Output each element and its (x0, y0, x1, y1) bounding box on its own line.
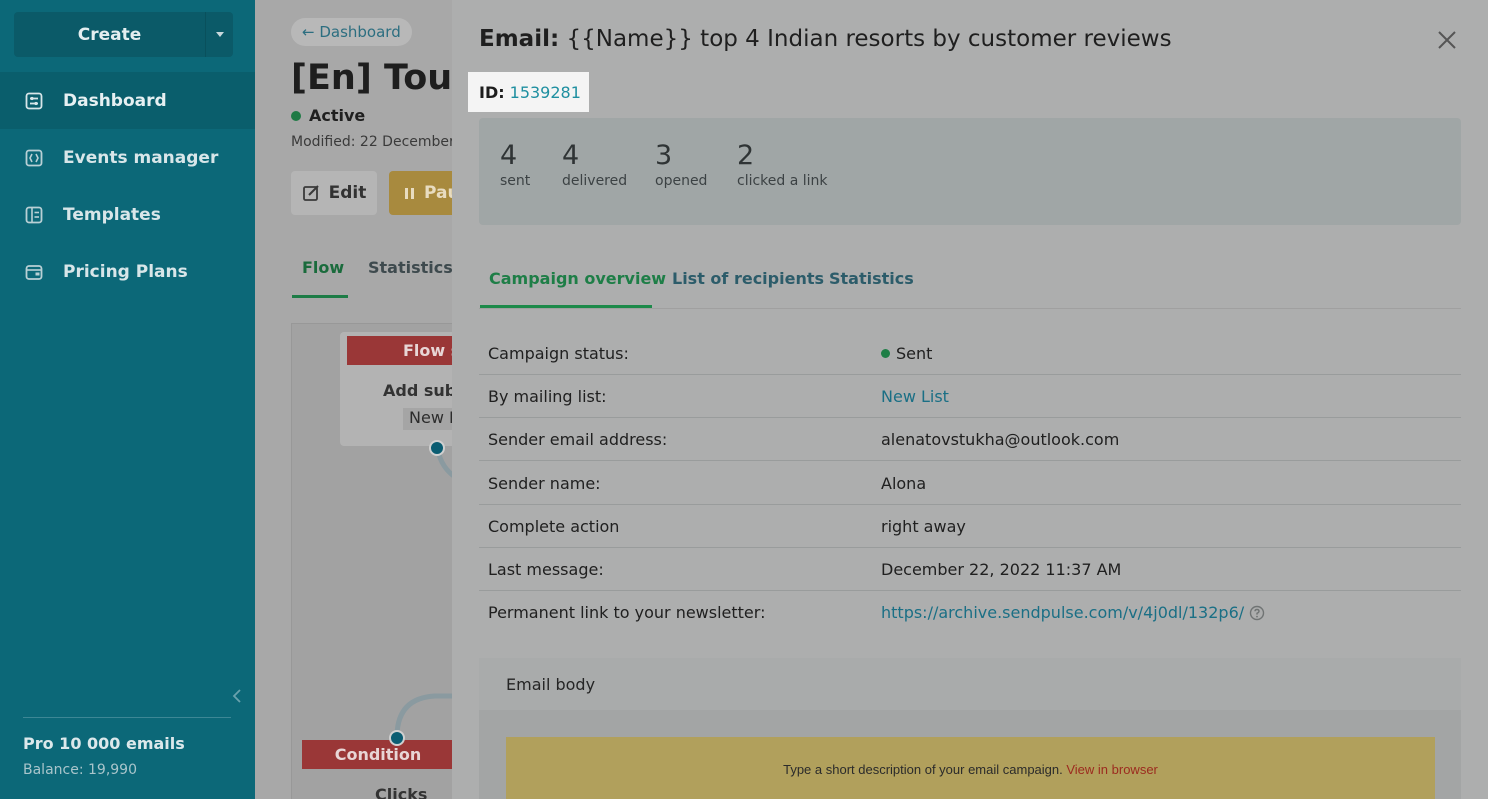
detail-value: Alona (881, 474, 927, 493)
edit-button-label: Edit (328, 183, 367, 203)
sidebar-item-label: Dashboard (63, 90, 167, 111)
tabs-divider (479, 308, 1461, 309)
stat-delivered: 4 delivered (562, 140, 627, 189)
stat-clicked: 2 clicked a link (737, 140, 828, 189)
detail-row-campaign-status: Campaign status: Sent (479, 332, 1461, 375)
sidebar-item-pricing-plans[interactable]: Pricing Plans (0, 243, 255, 300)
plan-balance: Balance: 19,990 (23, 762, 137, 778)
condition-node-subtitle: Clicks (375, 785, 428, 799)
detail-value: https://archive.sendpulse.com/v/4j0dl/13… (881, 591, 1265, 634)
templates-icon (25, 206, 43, 224)
detail-value: right away (881, 517, 966, 536)
tab-flow-underline (292, 295, 348, 298)
condition-node-title[interactable]: Condition (302, 740, 454, 769)
tab-campaign-overview[interactable]: Campaign overview (489, 269, 666, 288)
plan-name[interactable]: Pro 10 000 emails (23, 734, 185, 753)
pause-icon (405, 187, 414, 199)
create-button-group: Create (14, 12, 233, 57)
create-dropdown-toggle[interactable] (206, 12, 233, 57)
stats-summary: 4 sent 4 delivered 3 opened 2 clicked a … (479, 118, 1461, 225)
modified-date: Modified: 22 December 2 (291, 134, 469, 150)
mailing-list-link[interactable]: New List (881, 375, 949, 418)
tab-statistics[interactable]: Statistics (368, 258, 453, 277)
flow-status-label: Active (309, 106, 366, 125)
detail-row-sender-email: Sender email address: alenatovstukha@out… (479, 418, 1461, 461)
flow-port[interactable] (389, 730, 405, 746)
sidebar: Create Dashboard Events manager Template… (0, 0, 255, 799)
stat-opened: 3 opened (655, 140, 707, 189)
panel-title-text: {{Name}} top 4 Indian resorts by custome… (566, 26, 1172, 52)
sidebar-item-label: Templates (63, 204, 161, 225)
stat-value: 4 (500, 140, 518, 171)
status-dot (291, 110, 301, 121)
email-body-heading: Email body (479, 658, 1461, 710)
close-icon[interactable] (1435, 28, 1459, 52)
tab-list-of-recipients[interactable]: List of recipients (672, 269, 824, 288)
detail-row-last-message: Last message: December 22, 2022 11:37 AM (479, 548, 1461, 591)
sidebar-item-events-manager[interactable]: Events manager (0, 129, 255, 186)
detail-row-sender-name: Sender name: Alona (479, 462, 1461, 505)
campaign-id-value[interactable]: 1539281 (510, 83, 581, 102)
sidebar-item-label: Events manager (63, 147, 219, 168)
caret-down-icon (215, 32, 224, 37)
detail-key: Campaign status: (488, 344, 629, 363)
detail-row-permanent-link: Permanent link to your newsletter: https… (479, 591, 1461, 634)
collapse-sidebar-icon[interactable] (230, 688, 244, 704)
detail-key: Complete action (488, 517, 620, 536)
flow-start-node-title: Flow s (347, 336, 460, 365)
campaign-id-label: ID: (479, 82, 505, 102)
sidebar-item-dashboard[interactable]: Dashboard (0, 72, 255, 129)
stat-value: 4 (562, 140, 580, 171)
stat-label: delivered (562, 173, 628, 189)
detail-key: Last message: (488, 560, 604, 579)
flow-port[interactable] (429, 440, 445, 456)
events-icon (25, 149, 43, 167)
detail-value: December 22, 2022 11:37 AM (881, 560, 1122, 579)
active-tab-underline (480, 305, 652, 308)
create-button[interactable]: Create (14, 12, 206, 57)
detail-key: Sender name: (488, 474, 601, 493)
stat-value: 2 (737, 140, 755, 171)
back-to-dashboard-link[interactable]: ← Dashboard (291, 18, 412, 46)
dashboard-icon (25, 92, 43, 110)
preview-description: Type a short description of your email c… (783, 762, 1063, 777)
email-body-card: Email body Type a short description of y… (479, 658, 1461, 799)
detail-key: By mailing list: (488, 387, 607, 406)
edit-icon (302, 184, 319, 201)
tab-flow[interactable]: Flow (302, 258, 344, 277)
status-dot (881, 349, 890, 358)
stat-sent: 4 sent (500, 140, 530, 189)
campaign-id: ID: 1539281 (468, 72, 589, 112)
panel-title: Email: {{Name}} top 4 Indian resorts by … (479, 26, 1172, 52)
sidebar-divider (23, 717, 231, 718)
flow-status: Active (291, 106, 365, 125)
page-title: [En] Tour (291, 58, 470, 98)
permanent-link[interactable]: https://archive.sendpulse.com/v/4j0dl/13… (881, 603, 1244, 622)
tab-statistics[interactable]: Statistics (829, 269, 914, 288)
campaign-status-value: Sent (896, 344, 933, 363)
detail-value: alenatovstukha@outlook.com (881, 430, 1120, 449)
edit-button[interactable]: Edit (291, 171, 377, 215)
detail-key: Permanent link to your newsletter: (488, 603, 766, 622)
help-icon[interactable] (1249, 605, 1265, 621)
panel-title-prefix: Email: (479, 26, 560, 52)
view-in-browser-link[interactable]: View in browser (1066, 762, 1158, 777)
detail-value: Sent (881, 332, 932, 375)
email-details-panel: Email: {{Name}} top 4 Indian resorts by … (452, 0, 1488, 799)
stat-value: 3 (655, 140, 673, 171)
email-preview: Type a short description of your email c… (506, 737, 1435, 799)
detail-row-complete-action: Complete action right away (479, 505, 1461, 548)
email-preview-text: Type a short description of your email c… (506, 762, 1435, 777)
stat-label: opened (655, 173, 708, 189)
detail-key: Sender email address: (488, 430, 668, 449)
detail-row-mailing-list: By mailing list: New List (479, 375, 1461, 418)
sidebar-item-label: Pricing Plans (63, 261, 188, 282)
stat-label: sent (500, 173, 531, 189)
sidebar-item-templates[interactable]: Templates (0, 186, 255, 243)
stat-label: clicked a link (737, 173, 828, 189)
wallet-icon (25, 263, 43, 281)
